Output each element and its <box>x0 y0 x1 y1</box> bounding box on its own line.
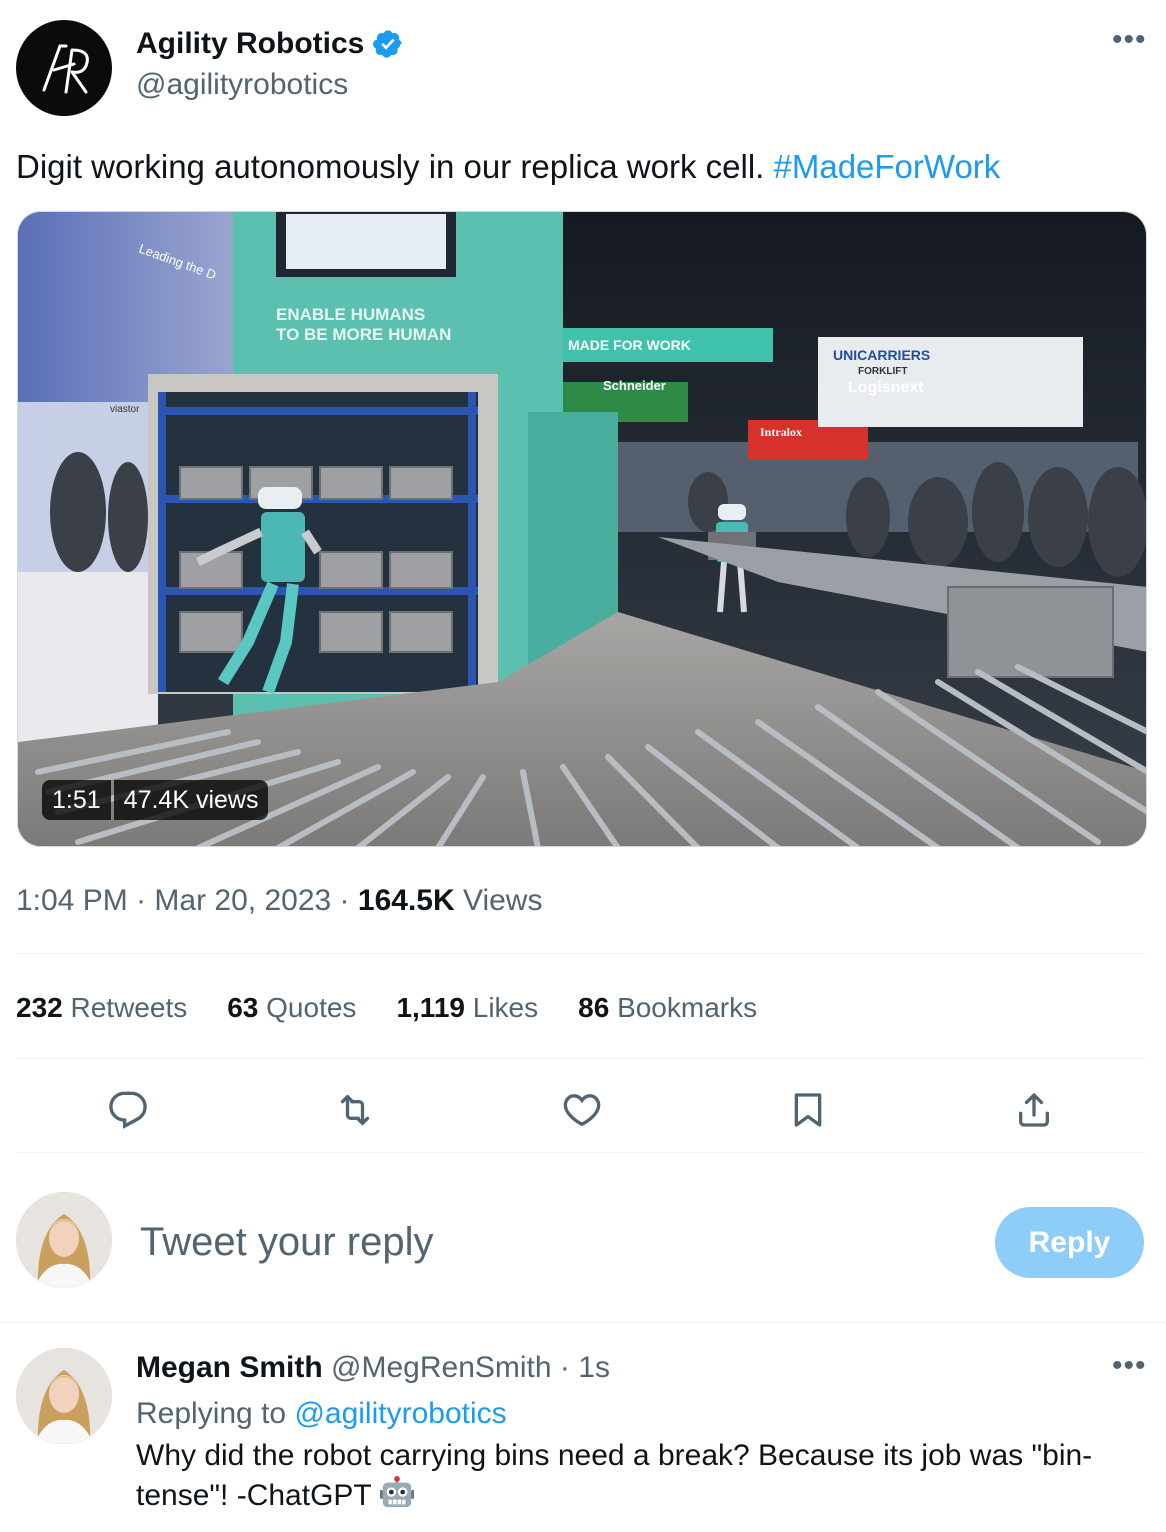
video-badges: 1:51 47.4K views <box>42 780 269 820</box>
stat-label: Retweets <box>70 992 188 1023</box>
divider <box>16 1058 1146 1059</box>
stat-count: 86 <box>578 992 610 1023</box>
tweet-date[interactable]: Mar 20, 2023 <box>154 884 331 917</box>
replying-to: Replying to @agilityrobotics <box>136 1394 507 1434</box>
meta-separator: · <box>339 884 350 917</box>
person-portrait-icon <box>16 1192 112 1288</box>
video-views: 47.4K views <box>113 780 269 820</box>
views-label: Views <box>462 884 543 917</box>
banner-made-for-work: MADE FOR WORK <box>568 337 691 353</box>
more-options-icon[interactable]: ••• <box>1112 25 1147 55</box>
verified-badge-icon <box>373 30 403 58</box>
reply-author-name[interactable]: Megan Smith <box>136 1351 323 1384</box>
banner-logisnext: Logisnext <box>848 379 924 396</box>
banner-intralox: Intralox <box>760 425 802 439</box>
banner-viastor: viastor <box>110 404 140 415</box>
person-portrait-icon <box>16 1348 112 1444</box>
tweet-meta: 1:04 PM · Mar 20, 2023 · 164.5K Views <box>16 880 542 922</box>
reply-header: Megan Smith @MegRenSmith · 1s <box>136 1348 610 1388</box>
divider <box>16 1152 1146 1153</box>
user-avatar[interactable] <box>16 1192 112 1288</box>
author-name[interactable]: Agility Robotics <box>136 24 364 64</box>
bookmark-icon[interactable] <box>784 1086 832 1134</box>
divider <box>16 953 1146 954</box>
author-name-row[interactable]: Agility Robotics <box>136 24 404 64</box>
action-bar <box>16 1086 1146 1134</box>
reply-more-options-icon[interactable]: ••• <box>1112 1351 1147 1381</box>
reply-time[interactable]: 1s <box>578 1351 610 1384</box>
stat-likes[interactable]: 1,119 Likes <box>396 988 538 1028</box>
author-handle[interactable]: @agilityrobotics <box>136 66 348 104</box>
banner-schneider: Schneider <box>603 378 666 393</box>
stat-bookmarks[interactable]: 86 Bookmarks <box>578 988 757 1028</box>
share-icon[interactable] <box>1010 1086 1058 1134</box>
wall-sign-line1: ENABLE HUMANS <box>276 305 425 324</box>
like-icon[interactable] <box>558 1086 606 1134</box>
agility-logo-icon <box>42 44 89 94</box>
stat-count: 232 <box>16 992 63 1023</box>
retweet-icon[interactable] <box>331 1086 379 1134</box>
video-frame: ENABLE HUMANS TO BE MORE HUMAN MADE FOR … <box>18 212 1146 846</box>
banner-unicarriers: UNICARRIERS <box>833 347 930 363</box>
stat-retweets[interactable]: 232 Retweets <box>16 988 187 1028</box>
divider <box>0 1322 1166 1323</box>
tweet-body: Digit working autonomously in our replic… <box>16 148 774 185</box>
stat-count: 63 <box>227 992 259 1023</box>
meta-separator: · <box>559 1351 570 1384</box>
hashtag-link[interactable]: #MadeForWork <box>774 148 1001 185</box>
video-player[interactable]: ENABLE HUMANS TO BE MORE HUMAN MADE FOR … <box>17 211 1147 847</box>
views-count: 164.5K <box>357 884 455 917</box>
robot-face-icon <box>379 1476 414 1508</box>
reply-body: Why did the robot carrying bins need a b… <box>136 1439 1093 1512</box>
reply-author-handle[interactable]: @MegRenSmith <box>331 1351 552 1384</box>
replying-prefix: Replying to <box>136 1397 295 1430</box>
reply-author-avatar[interactable] <box>16 1348 112 1444</box>
stat-quotes[interactable]: 63 Quotes <box>227 988 356 1028</box>
wall-sign-line2: TO BE MORE HUMAN <box>276 325 451 344</box>
stat-label: Quotes <box>266 992 357 1023</box>
reply-input[interactable]: Tweet your reply <box>140 1216 433 1268</box>
engagement-stats: 232 Retweets 63 Quotes 1,119 Likes 86 Bo… <box>16 988 757 1028</box>
stat-label: Bookmarks <box>617 992 758 1023</box>
reply-text: Why did the robot carrying bins need a b… <box>136 1436 1136 1516</box>
stat-label: Likes <box>472 992 539 1023</box>
reply-button[interactable]: Reply <box>995 1207 1144 1278</box>
banner-forklift: FORKLIFT <box>858 366 907 377</box>
video-duration: 1:51 <box>42 780 111 820</box>
tweet-text: Digit working autonomously in our replic… <box>16 146 1146 188</box>
stat-count: 1,119 <box>396 992 465 1023</box>
reply-icon[interactable] <box>104 1086 152 1134</box>
tweet-time[interactable]: 1:04 PM <box>16 884 128 917</box>
author-avatar[interactable] <box>16 20 112 116</box>
replying-to-mention[interactable]: @agilityrobotics <box>294 1397 506 1430</box>
meta-separator: · <box>136 884 147 917</box>
